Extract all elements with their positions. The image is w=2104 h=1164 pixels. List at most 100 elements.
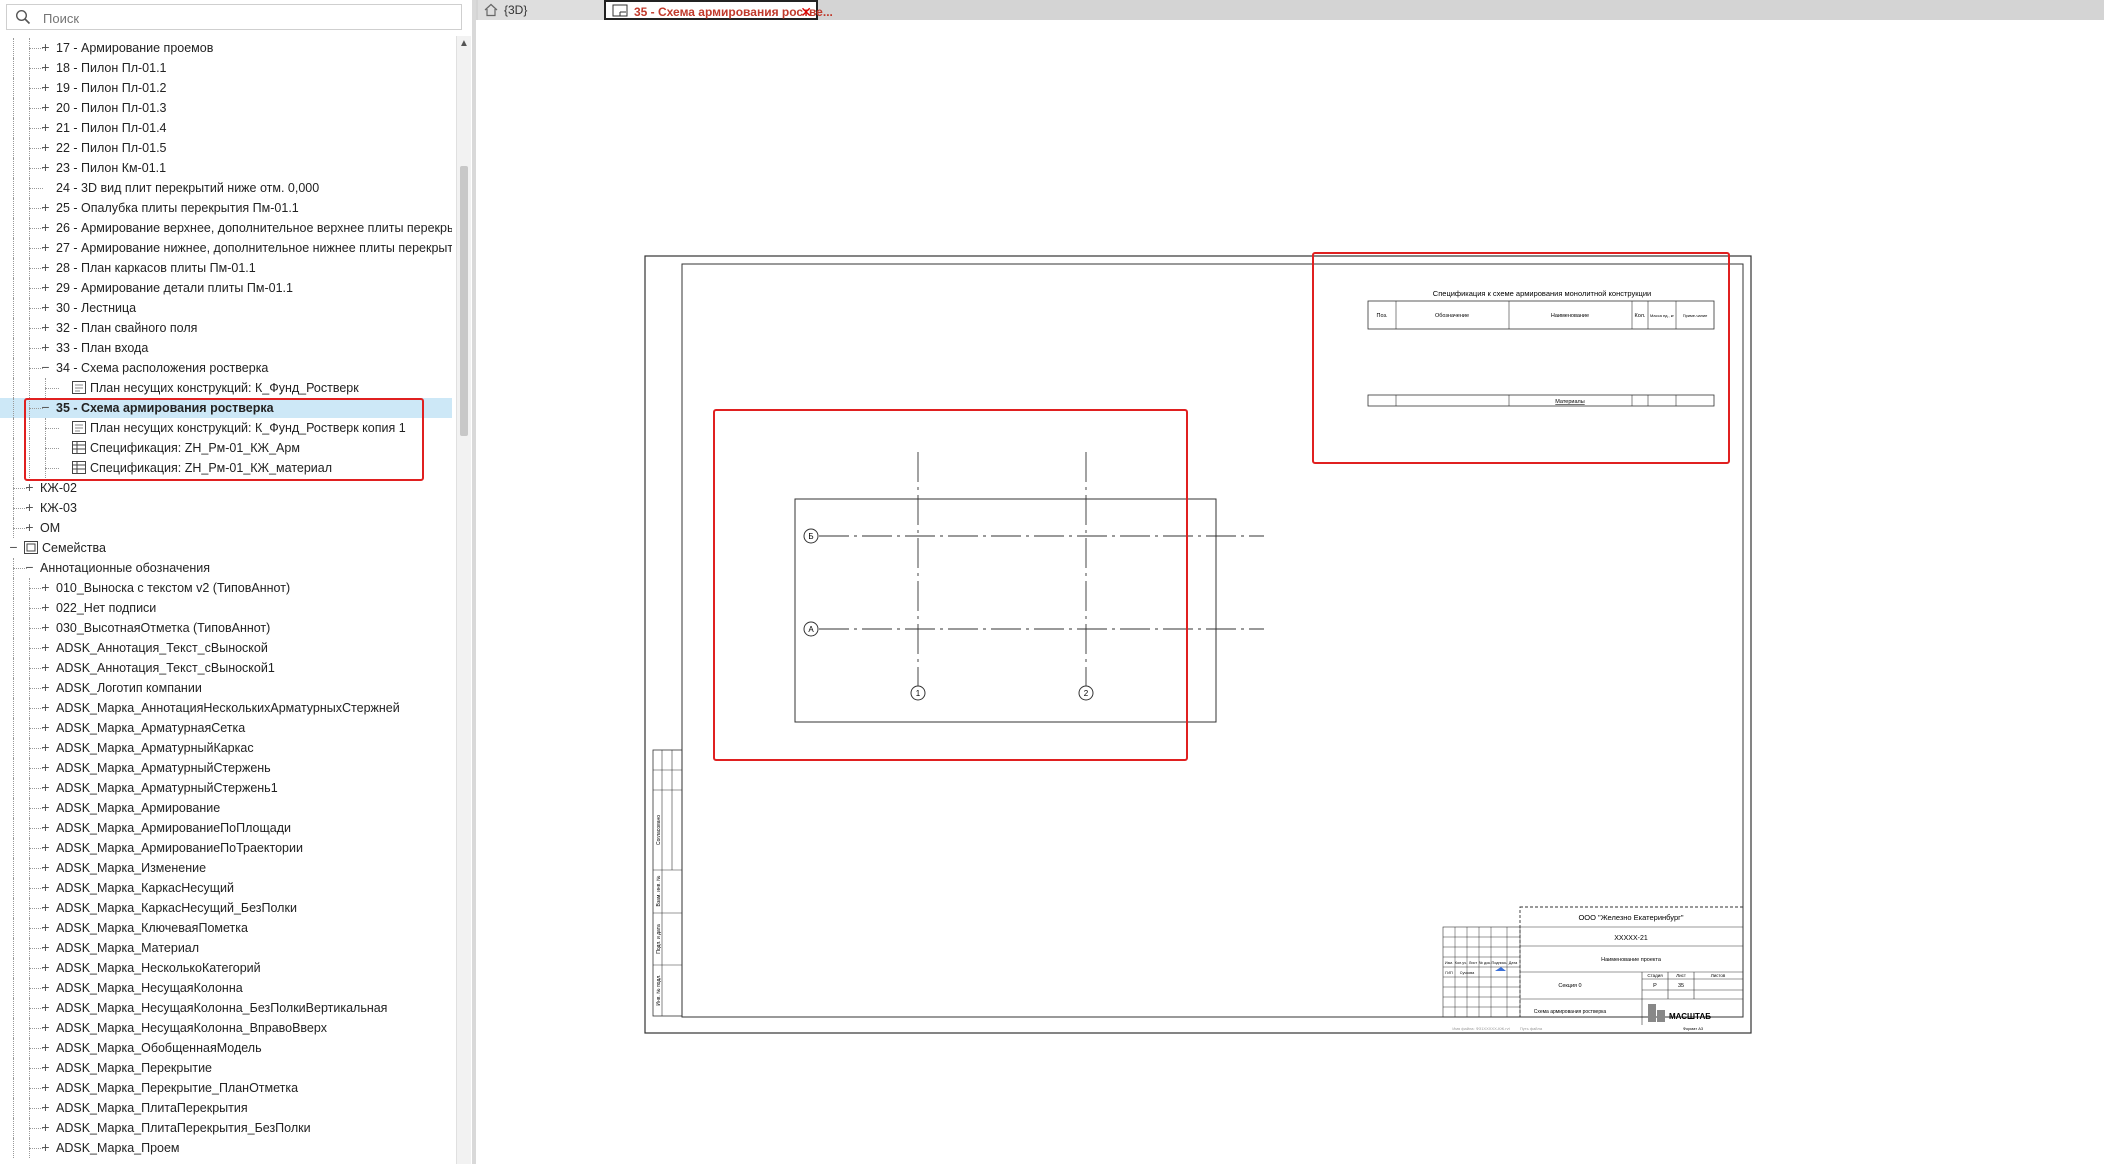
expand-icon[interactable]: + (40, 340, 51, 354)
tree-item[interactable]: + ADSK_Марка_Армирование (0, 798, 452, 818)
tree-item[interactable]: + ADSK_Марка_АрматурныйСтержень1 (0, 778, 452, 798)
tree-item[interactable]: +17 - Армирование проемов (0, 38, 452, 58)
expand-icon[interactable]: + (40, 820, 51, 834)
collapse-icon[interactable]: − (24, 560, 35, 574)
tree-item[interactable]: + ADSK_Логотип компании (0, 678, 452, 698)
tree-item[interactable]: + ОМ (0, 518, 452, 538)
tree-item[interactable]: + ADSK_Марка_АрматурныйКаркас (0, 738, 452, 758)
tree-item[interactable]: + ADSK_Марка_Проем (0, 1138, 452, 1158)
tree-item[interactable]: + ADSK_Марка_Изменение (0, 858, 452, 878)
tree-item[interactable]: +022_Нет подписи (0, 598, 452, 618)
expand-icon[interactable]: + (40, 200, 51, 214)
expand-icon[interactable]: + (40, 1100, 51, 1114)
tree-item[interactable]: +25 - Опалубка плиты перекрытия Пм-01.1 (0, 198, 452, 218)
expand-icon[interactable]: + (40, 100, 51, 114)
tree-item[interactable]: +29 - Армирование детали плиты Пм-01.1 (0, 278, 452, 298)
tree-item[interactable]: +32 - План свайного поля (0, 318, 452, 338)
expand-icon[interactable]: + (40, 580, 51, 594)
tree-item[interactable]: + ADSK_Марка_Материал (0, 938, 452, 958)
tab-3d-view[interactable]: {3D} (478, 0, 612, 20)
expand-icon[interactable]: + (40, 1120, 51, 1134)
tree-item[interactable]: +21 - Пилон Пл-01.4 (0, 118, 452, 138)
tree-item[interactable]: + ADSK_Марка_НесущаяКолонна (0, 978, 452, 998)
expand-icon[interactable]: + (40, 1060, 51, 1074)
expand-icon[interactable]: + (40, 240, 51, 254)
scroll-up-arrow-icon[interactable]: ▲ (459, 38, 469, 49)
expand-icon[interactable]: + (40, 160, 51, 174)
tree-item[interactable]: +30 - Лестница (0, 298, 452, 318)
tree-item[interactable]: − Аннотационные обозначения (0, 558, 452, 578)
expand-icon[interactable]: + (40, 840, 51, 854)
tree-item[interactable]: + ADSK_Марка_ПлитаПерекрытия (0, 1098, 452, 1118)
tree-item[interactable]: + ADSK_Аннотация_Текст_сВыноской1 (0, 658, 452, 678)
drawing-canvas[interactable]: Спецификация к схеме армирования монолит… (476, 20, 2104, 1164)
expand-icon[interactable]: + (40, 1000, 51, 1014)
tree-item[interactable]: + ADSK_Марка_КаркасНесущий (0, 878, 452, 898)
tree-item[interactable]: +22 - Пилон Пл-01.5 (0, 138, 452, 158)
expand-icon[interactable]: + (40, 300, 51, 314)
expand-icon[interactable]: + (40, 260, 51, 274)
tree-item[interactable]: + ADSK_Аннотация_Текст_сВыноской (0, 638, 452, 658)
expand-icon[interactable]: + (40, 220, 51, 234)
tree-item[interactable]: + ADSK_Марка_ПлитаПерекрытия_БезПолки (0, 1118, 452, 1138)
expand-icon[interactable]: + (40, 800, 51, 814)
tree-item[interactable]: + ADSK_Марка_АрматурныйСтержень (0, 758, 452, 778)
expand-icon[interactable]: + (40, 640, 51, 654)
tree-item[interactable]: +19 - Пилон Пл-01.2 (0, 78, 452, 98)
tree-item[interactable]: + ADSK_Марка_АрмированиеПоТраектории (0, 838, 452, 858)
expand-icon[interactable]: + (40, 120, 51, 134)
tree-item[interactable]: + ADSK_Марка_ОбобщеннаяМодель (0, 1038, 452, 1058)
tree-item[interactable]: + ADSK_Марка_Перекрытие (0, 1058, 452, 1078)
tree-item[interactable]: + ADSK_Марка_НесколькоКатегорий (0, 958, 452, 978)
tree-item[interactable]: + ADSK_Марка_НесущаяКолонна_ВправоВверх (0, 1018, 452, 1038)
tree-item[interactable]: + ADSK_Марка_АннотацияНесколькихАрматурны… (0, 698, 452, 718)
tree-item[interactable]: + ADSK_Марка_Перекрытие_ПланОтметка (0, 1078, 452, 1098)
tree-item[interactable]: −34 - Схема расположения ростверка (0, 358, 452, 378)
expand-icon[interactable]: + (40, 1140, 51, 1154)
expand-icon[interactable]: + (40, 880, 51, 894)
expand-icon[interactable]: + (40, 980, 51, 994)
tree-item[interactable]: +26 - Армирование верхнее, дополнительно… (0, 218, 452, 238)
expand-icon[interactable]: + (40, 700, 51, 714)
expand-icon[interactable]: + (40, 660, 51, 674)
scrollbar-thumb[interactable] (460, 166, 468, 436)
search-input[interactable] (41, 7, 445, 29)
expand-icon[interactable]: + (40, 60, 51, 74)
tree-item[interactable]: + КЖ-02 (0, 478, 452, 498)
expand-icon[interactable]: + (24, 500, 35, 514)
search-box[interactable] (6, 4, 462, 30)
tree-item[interactable]: +030_ВысотнаяОтметка (ТиповАннот) (0, 618, 452, 638)
close-tab-icon[interactable]: ✕ (800, 2, 812, 22)
expand-icon[interactable]: + (40, 780, 51, 794)
expand-icon[interactable]: + (40, 1020, 51, 1034)
expand-icon[interactable]: + (40, 280, 51, 294)
tree-item[interactable]: +010_Выноска с текстом v2 (ТиповАннот) (0, 578, 452, 598)
expand-icon[interactable]: + (40, 900, 51, 914)
expand-icon[interactable]: + (40, 40, 51, 54)
expand-icon[interactable]: + (40, 620, 51, 634)
tree-item[interactable]: + ADSK_Марка_АрмированиеПоПлощади (0, 818, 452, 838)
expand-icon[interactable]: + (40, 720, 51, 734)
tab-sheet-35[interactable]: 35 - Схема армирования ростве... ✕ (604, 0, 833, 22)
expand-icon[interactable]: + (40, 860, 51, 874)
expand-icon[interactable]: + (40, 1040, 51, 1054)
tree-item[interactable]: + КЖ-03 (0, 498, 452, 518)
tree-item[interactable]: +27 - Армирование нижнее, дополнительное… (0, 238, 452, 258)
expand-icon[interactable]: + (40, 680, 51, 694)
expand-icon[interactable]: + (40, 600, 51, 614)
expand-icon[interactable]: + (40, 140, 51, 154)
tree-item[interactable]: +23 - Пилон Км-01.1 (0, 158, 452, 178)
expand-icon[interactable]: + (40, 760, 51, 774)
collapse-icon[interactable]: − (40, 360, 51, 374)
tree-item[interactable]: +33 - План входа (0, 338, 452, 358)
expand-icon[interactable]: + (40, 960, 51, 974)
tree-item[interactable]: +18 - Пилон Пл-01.1 (0, 58, 452, 78)
tree-item[interactable]: 24 - 3D вид плит перекрытий ниже отм. 0,… (0, 178, 452, 198)
tree-item[interactable]: План несущих конструкций: К_Фунд_Роствер… (0, 378, 452, 398)
tree-item[interactable]: + ADSK_Марка_КлючеваяПометка (0, 918, 452, 938)
tree-item[interactable]: − Семейства (0, 538, 452, 558)
expand-icon[interactable]: + (40, 920, 51, 934)
expand-icon[interactable]: + (40, 940, 51, 954)
tree-item[interactable]: + ADSK_Марка_НесущаяКолонна_БезПолкиВерти… (0, 998, 452, 1018)
tree-item[interactable]: + ADSK_Марка_КаркасНесущий_БезПолки (0, 898, 452, 918)
